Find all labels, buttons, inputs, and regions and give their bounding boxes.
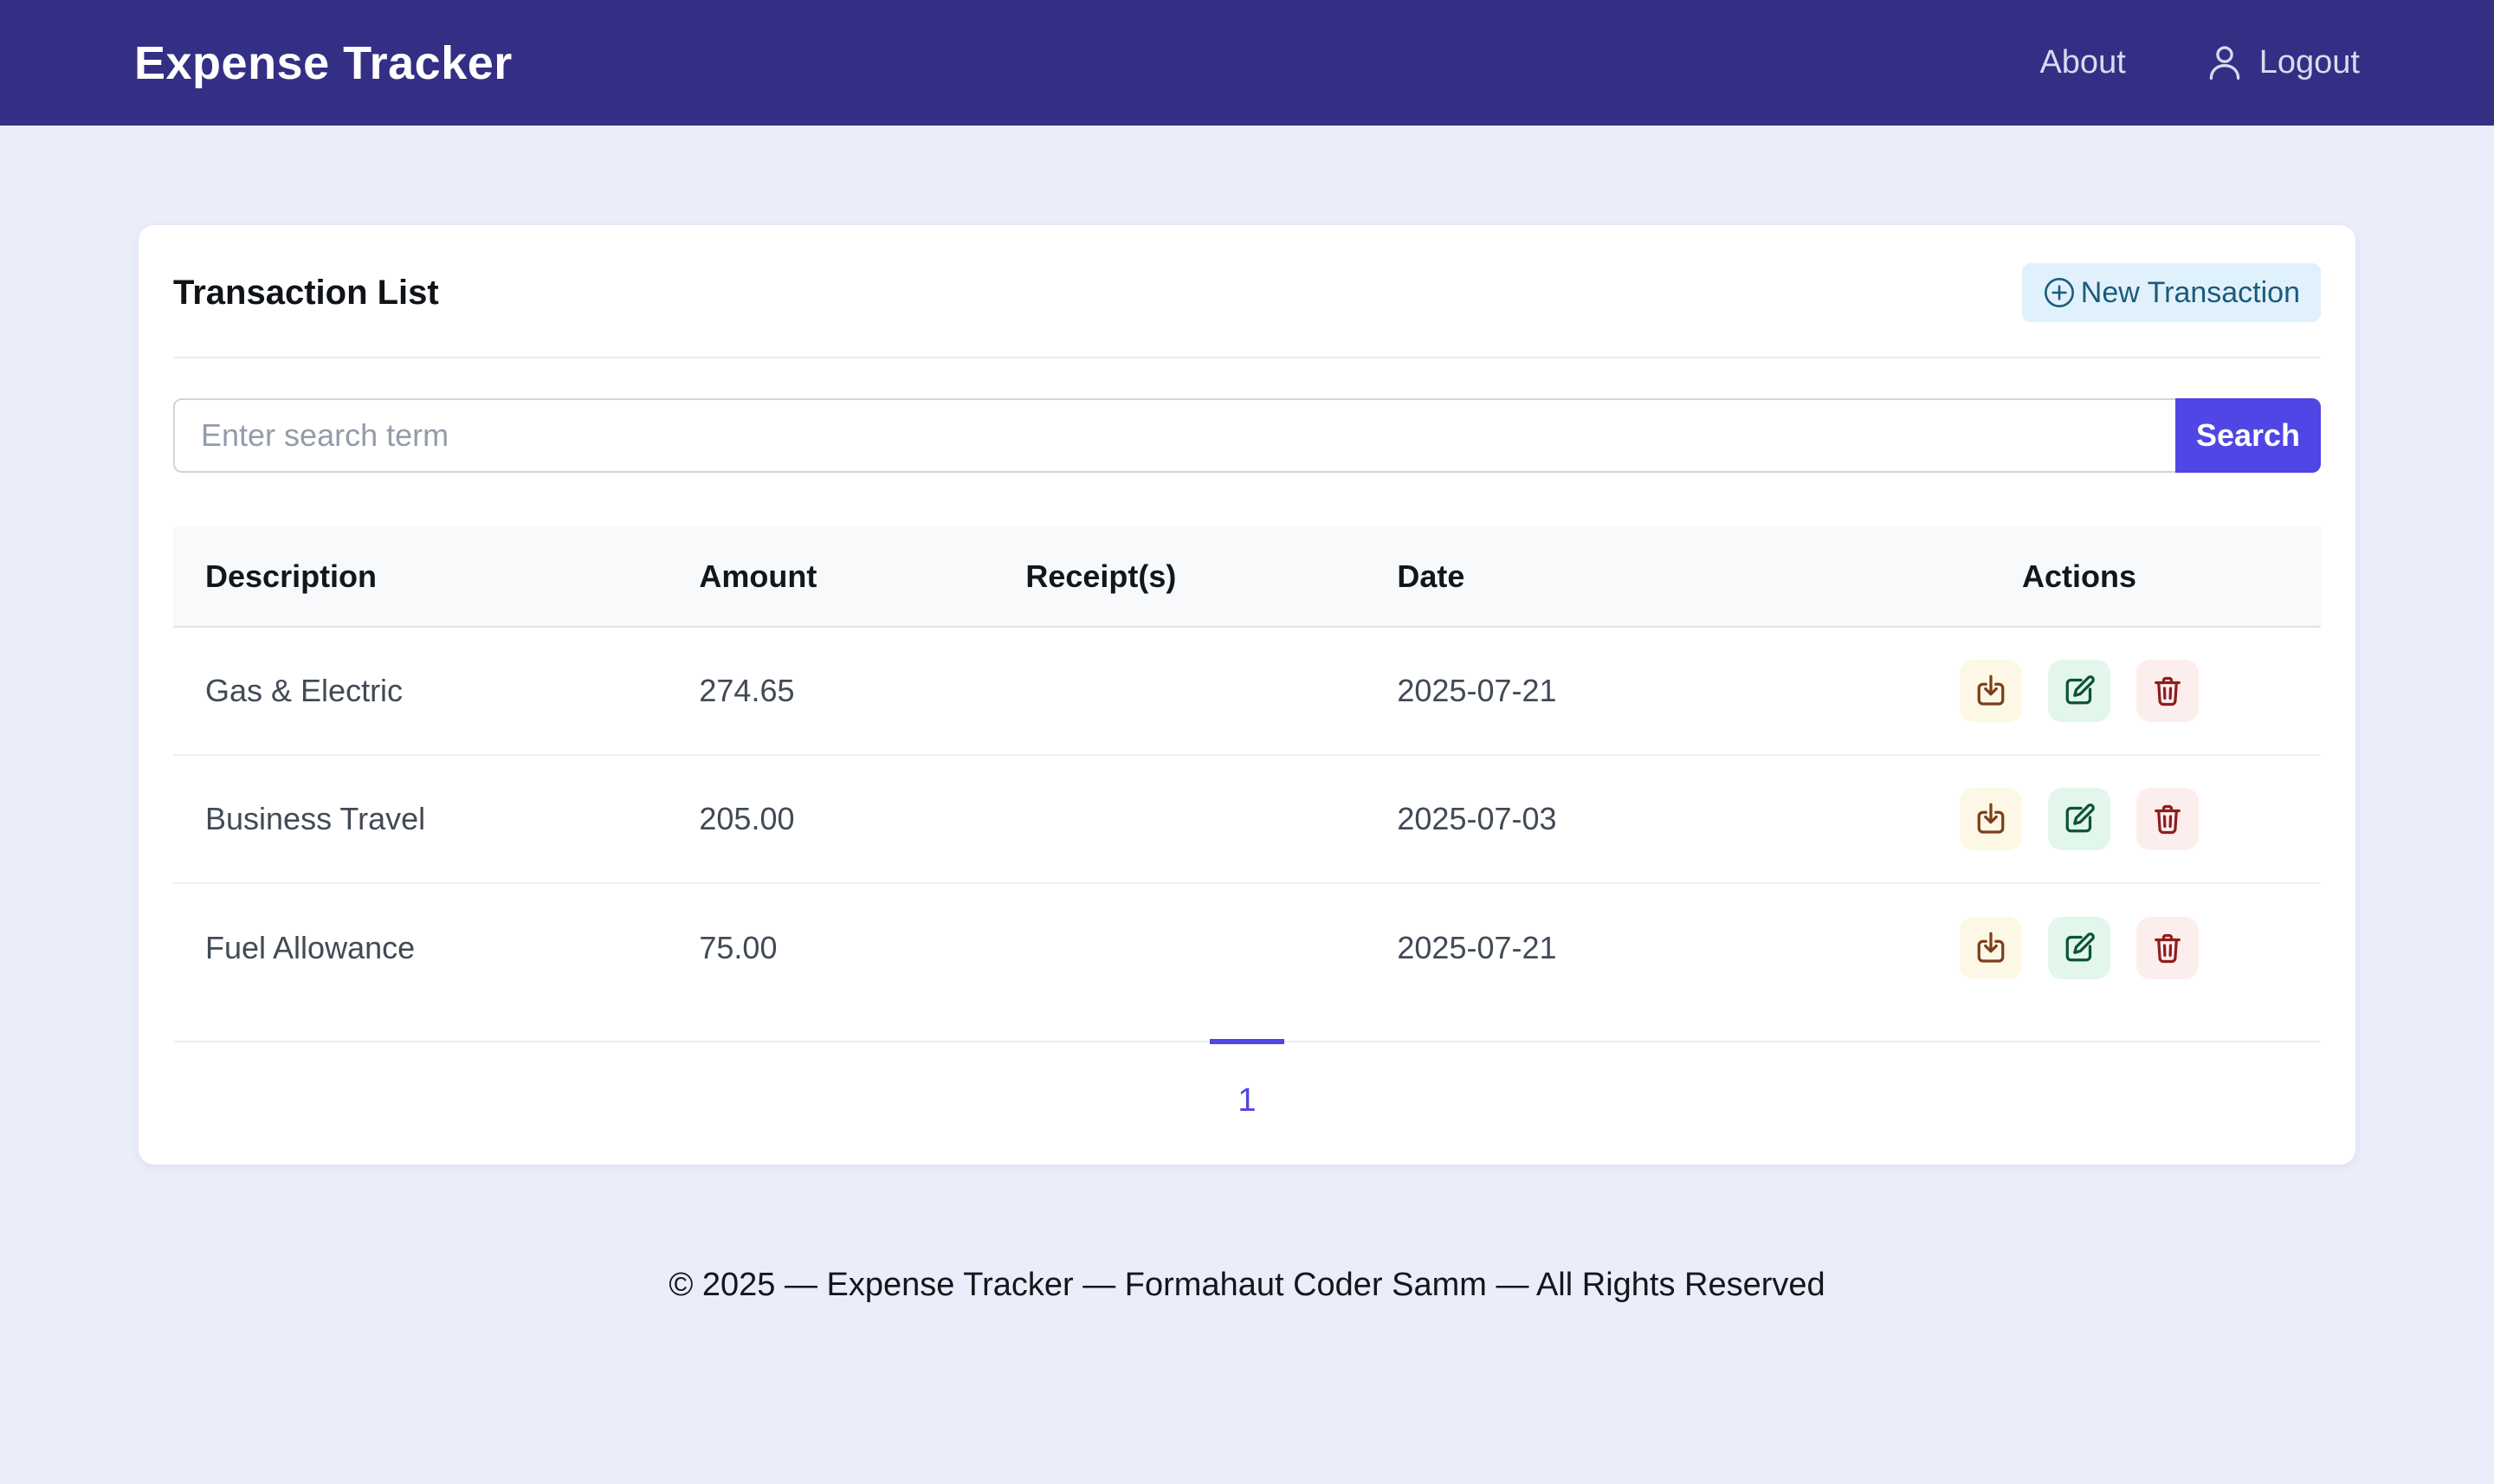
cell-date: 2025-07-21 <box>1365 627 1838 755</box>
edit-icon <box>2062 802 2097 836</box>
transactions-table: Description Amount Receipt(s) Date Actio… <box>173 526 2321 1011</box>
header-date: Date <box>1365 526 1838 627</box>
download-receipt-button[interactable] <box>1960 660 2022 722</box>
page-item-1[interactable]: 1 <box>1210 1039 1284 1119</box>
table-row: Gas & Electric 274.65 2025-07-21 <box>173 627 2321 755</box>
header-description: Description <box>173 526 667 627</box>
new-transaction-label: New Transaction <box>2081 276 2300 310</box>
search-button[interactable]: Search <box>2175 398 2321 473</box>
cell-receipts <box>993 883 1365 1011</box>
main-content: Transaction List New Transaction Search … <box>0 225 2494 1304</box>
header-divider <box>173 357 2321 358</box>
edit-icon <box>2062 674 2097 708</box>
trash-icon <box>2150 802 2185 836</box>
navbar-links: About Logout <box>2039 42 2360 84</box>
delete-button[interactable] <box>2136 917 2199 979</box>
delete-button[interactable] <box>2136 788 2199 850</box>
cell-description: Gas & Electric <box>173 627 667 755</box>
search-group: Search <box>173 398 2321 473</box>
cell-receipts <box>993 627 1365 755</box>
cell-description: Business Travel <box>173 755 667 883</box>
cell-actions <box>1838 755 2321 883</box>
table-row: Business Travel 205.00 2025-07-03 <box>173 755 2321 883</box>
cell-actions <box>1838 627 2321 755</box>
trash-icon <box>2150 931 2185 965</box>
app-brand: Expense Tracker <box>134 36 513 90</box>
download-receipt-button[interactable] <box>1960 788 2022 850</box>
cell-date: 2025-07-03 <box>1365 755 1838 883</box>
search-input[interactable] <box>173 398 2177 473</box>
table-row: Fuel Allowance 75.00 2025-07-21 <box>173 883 2321 1011</box>
navbar: Expense Tracker About Logout <box>0 0 2494 126</box>
page-title: Transaction List <box>173 274 439 313</box>
cell-description: Fuel Allowance <box>173 883 667 1011</box>
person-icon <box>2204 42 2245 84</box>
download-icon <box>1974 802 2008 836</box>
header-amount: Amount <box>667 526 993 627</box>
header-actions: Actions <box>1838 526 2321 627</box>
transaction-card: Transaction List New Transaction Search … <box>139 225 2355 1165</box>
header-receipts: Receipt(s) <box>993 526 1365 627</box>
download-icon <box>1974 674 2008 708</box>
pagination: 1 <box>173 1041 2321 1119</box>
download-icon <box>1974 931 2008 965</box>
cell-amount: 274.65 <box>667 627 993 755</box>
edit-icon <box>2062 931 2097 965</box>
delete-button[interactable] <box>2136 660 2199 722</box>
nav-link-logout[interactable]: Logout <box>2204 42 2360 84</box>
cell-date: 2025-07-21 <box>1365 883 1838 1011</box>
table-header-row: Description Amount Receipt(s) Date Actio… <box>173 526 2321 627</box>
trash-icon <box>2150 674 2185 708</box>
edit-button[interactable] <box>2048 917 2110 979</box>
nav-link-about[interactable]: About <box>2039 44 2125 81</box>
download-receipt-button[interactable] <box>1960 917 2022 979</box>
cell-actions <box>1838 883 2321 1011</box>
edit-button[interactable] <box>2048 660 2110 722</box>
cell-amount: 75.00 <box>667 883 993 1011</box>
edit-button[interactable] <box>2048 788 2110 850</box>
new-transaction-button[interactable]: New Transaction <box>2022 263 2321 322</box>
footer-text: © 2025 — Expense Tracker — Formahaut Cod… <box>0 1267 2494 1304</box>
cell-receipts <box>993 755 1365 883</box>
logout-label: Logout <box>2259 44 2360 81</box>
plus-circle-icon <box>2043 276 2076 309</box>
cell-amount: 205.00 <box>667 755 993 883</box>
